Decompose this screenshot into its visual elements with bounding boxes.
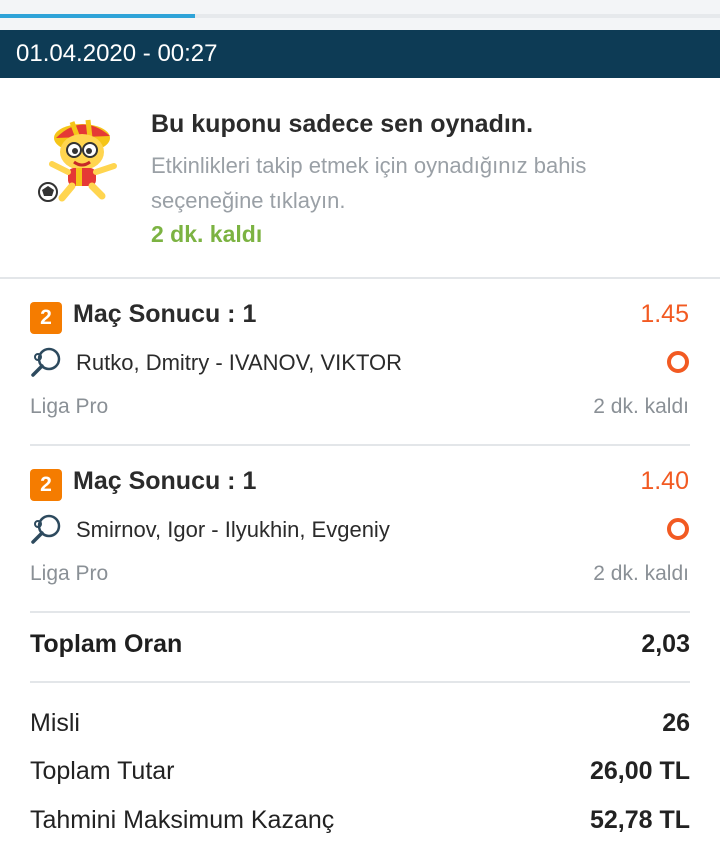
total-stake-row: Toplam Tutar 26,00 TL <box>30 757 690 786</box>
multiplier-row: Misli 26 <box>30 709 690 738</box>
bet-time-left: 2 dk. kaldı <box>593 562 689 585</box>
bet-league: Liga Pro <box>30 395 109 418</box>
inactive-tab-track <box>195 14 720 18</box>
multiplier-value: 26 <box>662 709 690 737</box>
coupon-date-text: 01.04.2020 - 00:27 <box>16 40 218 67</box>
max-win-value: 52,78 TL <box>589 806 690 834</box>
bet-row[interactable]: 2 Maç Sonucu : 1 1.40 Smirnov, Igor - Il… <box>0 445 720 610</box>
bet-odd-value: 1.45 <box>640 300 689 328</box>
total-odds-value: 2,03 <box>641 630 690 658</box>
bet-code-badge: 2 <box>30 469 62 501</box>
total-stake-label: Toplam Tutar <box>30 757 175 785</box>
coupon-date-header: 01.04.2020 - 00:27 <box>0 30 720 78</box>
coupon-time-left: 2 dk. kaldı <box>151 221 263 247</box>
divider <box>30 681 690 683</box>
max-win-label: Tahmini Maksimum Kazanç <box>30 806 335 834</box>
max-win-row: Tahmini Maksimum Kazanç 52,78 TL <box>30 806 690 835</box>
table-tennis-icon <box>31 347 61 377</box>
bet-odd-value: 1.40 <box>640 467 689 495</box>
bet-league: Liga Pro <box>30 562 109 585</box>
bet-market-label: Maç Sonucu : 1 <box>73 467 257 495</box>
multiplier-label: Misli <box>30 709 80 737</box>
pending-circle-icon <box>667 518 689 540</box>
bet-row[interactable]: 2 Maç Sonucu : 1 1.45 Rutko, Dmitry - IV… <box>0 278 720 443</box>
bet-teams: Smirnov, Igor - Ilyukhin, Evgeniy <box>76 517 390 542</box>
mascot-icon <box>38 119 117 202</box>
pending-circle-icon <box>667 351 689 373</box>
total-odds-row: Toplam Oran 2,03 <box>30 630 690 659</box>
bet-market-label: Maç Sonucu : 1 <box>73 300 257 328</box>
bet-teams: Rutko, Dmitry - IVANOV, VIKTOR <box>76 350 402 375</box>
coupon-info-description: Etkinlikleri takip etmek için oynadığını… <box>151 153 587 213</box>
coupon-info-title: Bu kuponu sadece sen oynadın. <box>151 110 534 138</box>
active-tab-indicator[interactable] <box>0 14 195 18</box>
total-stake-value: 26,00 TL <box>589 757 690 785</box>
table-tennis-icon <box>31 514 61 544</box>
bet-code-badge: 2 <box>30 302 62 334</box>
bet-time-left: 2 dk. kaldı <box>593 395 689 418</box>
divider <box>30 611 690 613</box>
coupon-info-panel: Bu kuponu sadece sen oynadın. Etkinlikle… <box>0 78 720 278</box>
top-tab-strip <box>0 0 720 30</box>
total-odds-label: Toplam Oran <box>30 630 183 658</box>
